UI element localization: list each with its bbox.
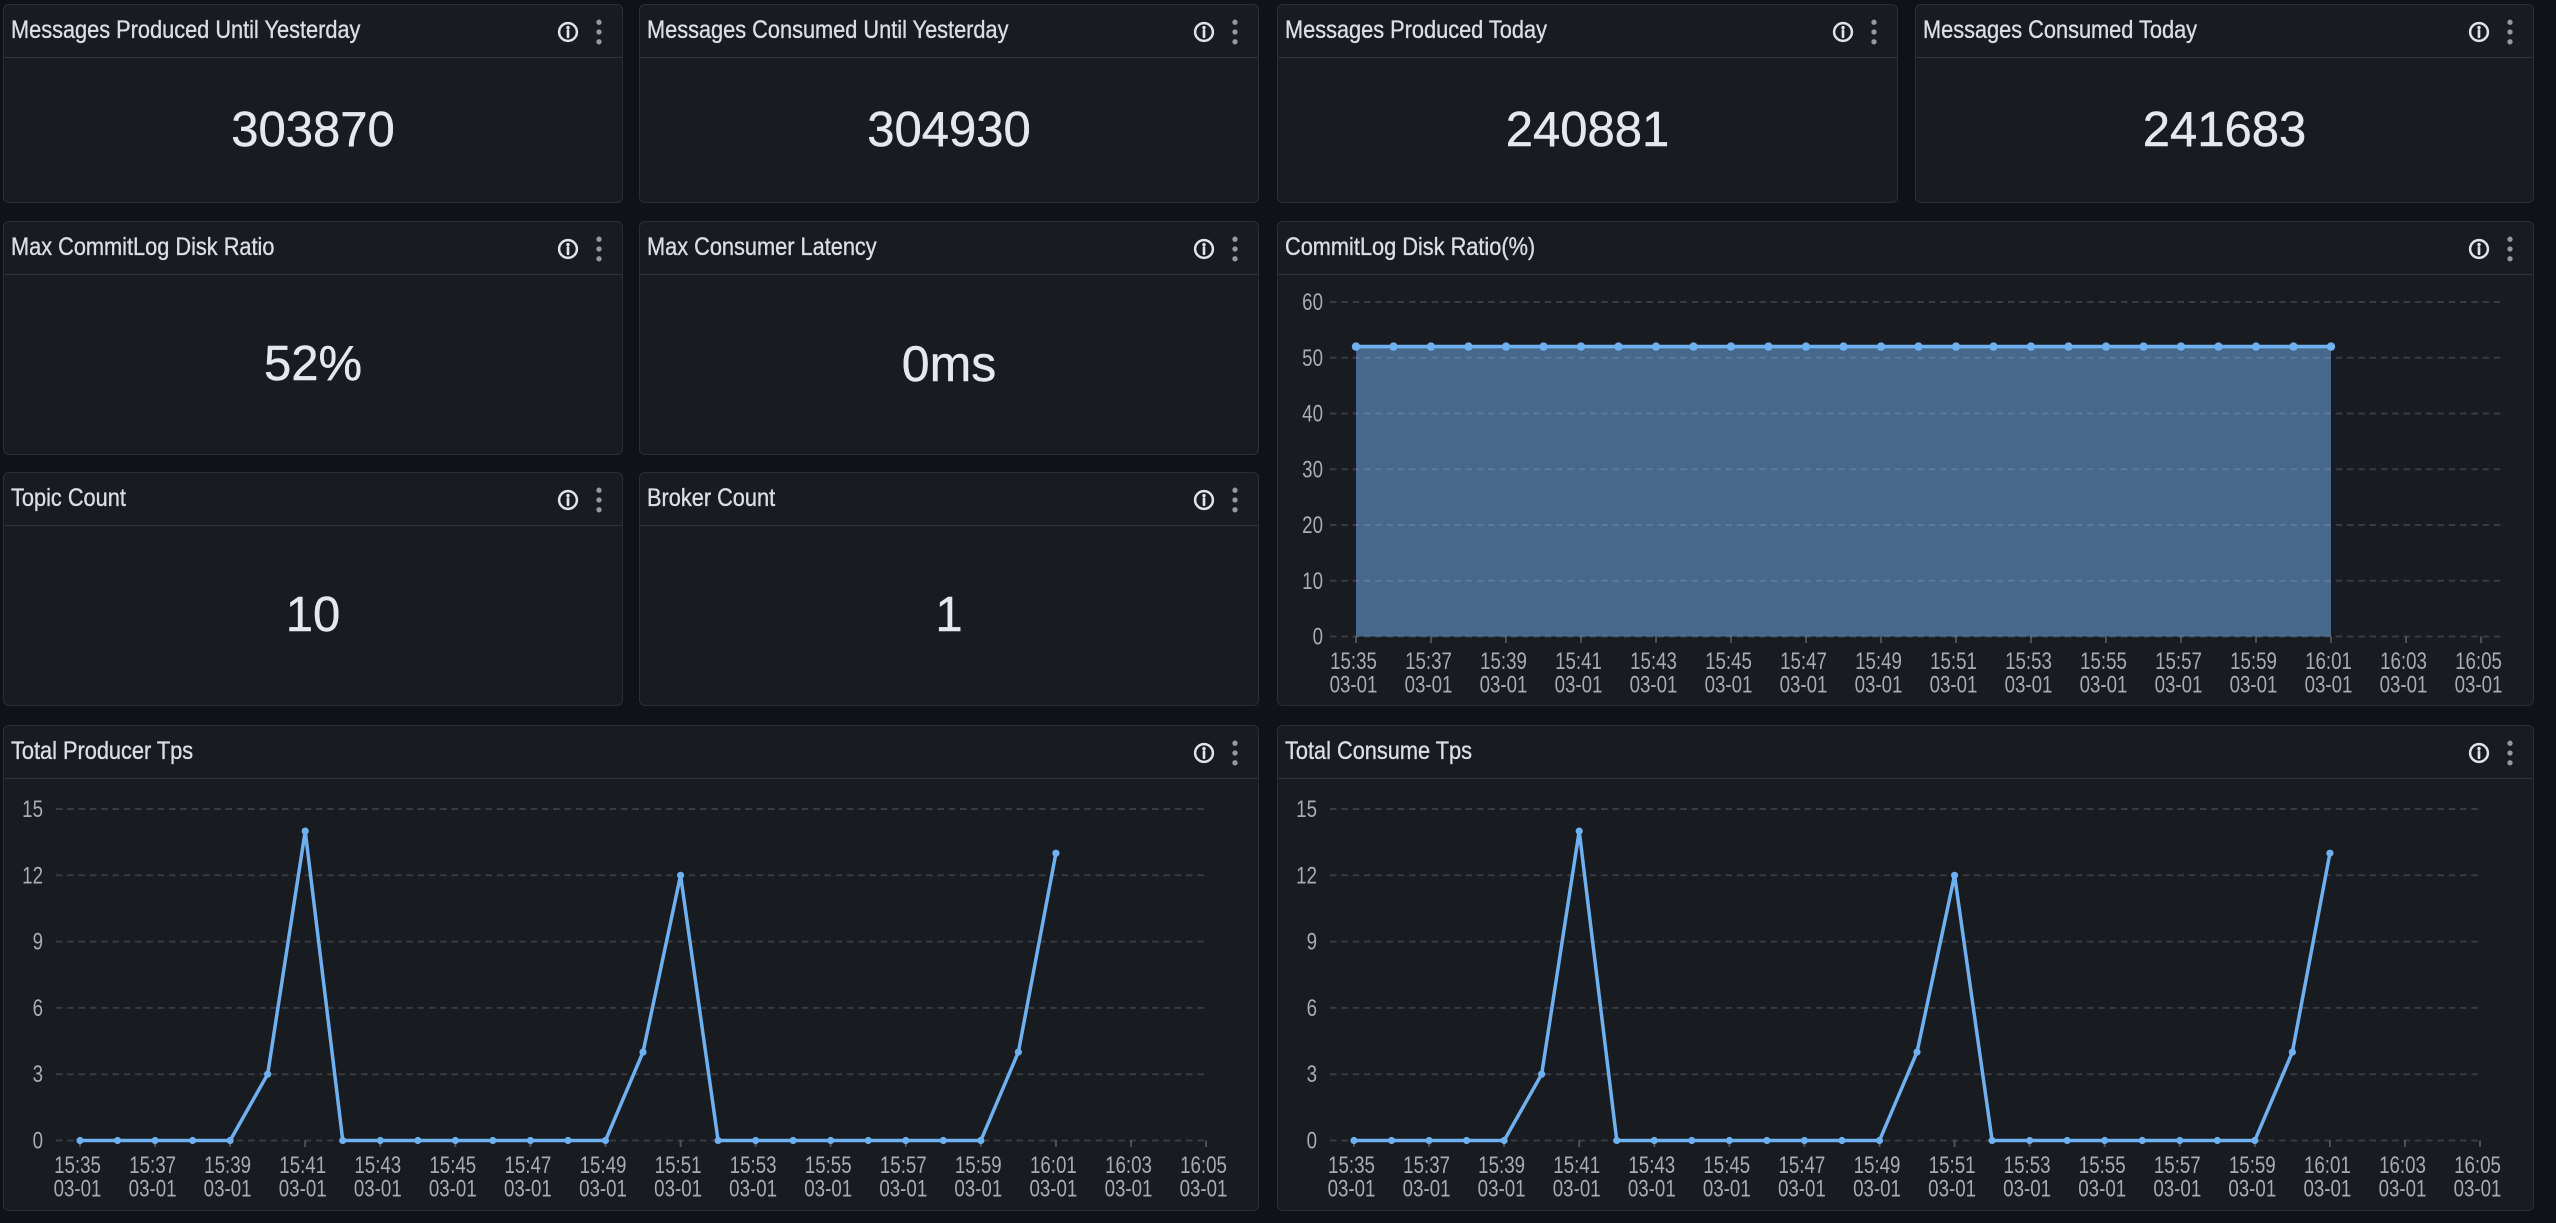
svg-text:03-01: 03-01 bbox=[1180, 1175, 1228, 1202]
svg-text:30: 30 bbox=[1302, 456, 1323, 483]
svg-text:03-01: 03-01 bbox=[2380, 671, 2428, 698]
svg-text:03-01: 03-01 bbox=[2230, 671, 2278, 698]
svg-text:03-01: 03-01 bbox=[129, 1175, 177, 1202]
svg-text:9: 9 bbox=[33, 928, 43, 955]
svg-text:3: 3 bbox=[33, 1061, 43, 1088]
svg-text:03-01: 03-01 bbox=[504, 1175, 552, 1202]
svg-text:03-01: 03-01 bbox=[1478, 1175, 1526, 1202]
svg-text:9: 9 bbox=[1307, 928, 1317, 955]
svg-text:03-01: 03-01 bbox=[1855, 671, 1903, 698]
svg-text:03-01: 03-01 bbox=[1330, 671, 1378, 698]
svg-text:03-01: 03-01 bbox=[1628, 1175, 1676, 1202]
svg-text:03-01: 03-01 bbox=[1405, 671, 1453, 698]
svg-text:0: 0 bbox=[1313, 623, 1323, 650]
svg-text:03-01: 03-01 bbox=[2080, 671, 2128, 698]
svg-text:03-01: 03-01 bbox=[1328, 1175, 1376, 1202]
svg-text:03-01: 03-01 bbox=[1480, 671, 1528, 698]
svg-text:03-01: 03-01 bbox=[2005, 671, 2053, 698]
svg-text:03-01: 03-01 bbox=[954, 1175, 1002, 1202]
svg-text:03-01: 03-01 bbox=[579, 1175, 627, 1202]
svg-text:03-01: 03-01 bbox=[354, 1175, 402, 1202]
svg-text:03-01: 03-01 bbox=[2305, 671, 2353, 698]
svg-text:12: 12 bbox=[22, 862, 43, 889]
svg-text:6: 6 bbox=[1307, 995, 1317, 1022]
svg-text:03-01: 03-01 bbox=[729, 1175, 777, 1202]
svg-text:03-01: 03-01 bbox=[2303, 1175, 2351, 1202]
svg-text:12: 12 bbox=[1296, 862, 1317, 889]
svg-text:03-01: 03-01 bbox=[1553, 1175, 1601, 1202]
svg-text:03-01: 03-01 bbox=[279, 1175, 327, 1202]
svg-text:10: 10 bbox=[1302, 568, 1323, 595]
svg-text:03-01: 03-01 bbox=[1853, 1175, 1901, 1202]
svg-text:03-01: 03-01 bbox=[2003, 1175, 2051, 1202]
svg-text:03-01: 03-01 bbox=[1928, 1175, 1976, 1202]
svg-text:03-01: 03-01 bbox=[1705, 671, 1753, 698]
svg-text:03-01: 03-01 bbox=[2078, 1175, 2126, 1202]
svg-text:03-01: 03-01 bbox=[2155, 671, 2203, 698]
svg-text:03-01: 03-01 bbox=[1403, 1175, 1451, 1202]
svg-text:60: 60 bbox=[1302, 289, 1323, 316]
svg-text:6: 6 bbox=[33, 995, 43, 1022]
svg-text:03-01: 03-01 bbox=[54, 1175, 102, 1202]
svg-text:20: 20 bbox=[1302, 512, 1323, 539]
svg-text:03-01: 03-01 bbox=[1703, 1175, 1751, 1202]
svg-text:03-01: 03-01 bbox=[204, 1175, 252, 1202]
svg-text:03-01: 03-01 bbox=[879, 1175, 927, 1202]
svg-text:03-01: 03-01 bbox=[654, 1175, 702, 1202]
svg-text:40: 40 bbox=[1302, 400, 1323, 427]
svg-text:03-01: 03-01 bbox=[1778, 1175, 1826, 1202]
svg-text:50: 50 bbox=[1302, 345, 1323, 372]
svg-text:0: 0 bbox=[33, 1127, 43, 1154]
svg-text:15: 15 bbox=[22, 796, 43, 823]
svg-text:03-01: 03-01 bbox=[2379, 1175, 2427, 1202]
svg-text:0: 0 bbox=[1307, 1127, 1317, 1154]
svg-text:03-01: 03-01 bbox=[2454, 1175, 2502, 1202]
svg-text:15: 15 bbox=[1296, 796, 1317, 823]
svg-text:03-01: 03-01 bbox=[1780, 671, 1828, 698]
svg-text:03-01: 03-01 bbox=[2228, 1175, 2276, 1202]
svg-text:03-01: 03-01 bbox=[1105, 1175, 1153, 1202]
svg-text:03-01: 03-01 bbox=[1029, 1175, 1077, 1202]
svg-text:03-01: 03-01 bbox=[804, 1175, 852, 1202]
svg-text:3: 3 bbox=[1307, 1061, 1317, 1088]
svg-text:03-01: 03-01 bbox=[2153, 1175, 2201, 1202]
svg-text:03-01: 03-01 bbox=[429, 1175, 477, 1202]
svg-text:03-01: 03-01 bbox=[2455, 671, 2503, 698]
svg-text:03-01: 03-01 bbox=[1630, 671, 1678, 698]
svg-text:03-01: 03-01 bbox=[1930, 671, 1978, 698]
svg-text:03-01: 03-01 bbox=[1555, 671, 1603, 698]
